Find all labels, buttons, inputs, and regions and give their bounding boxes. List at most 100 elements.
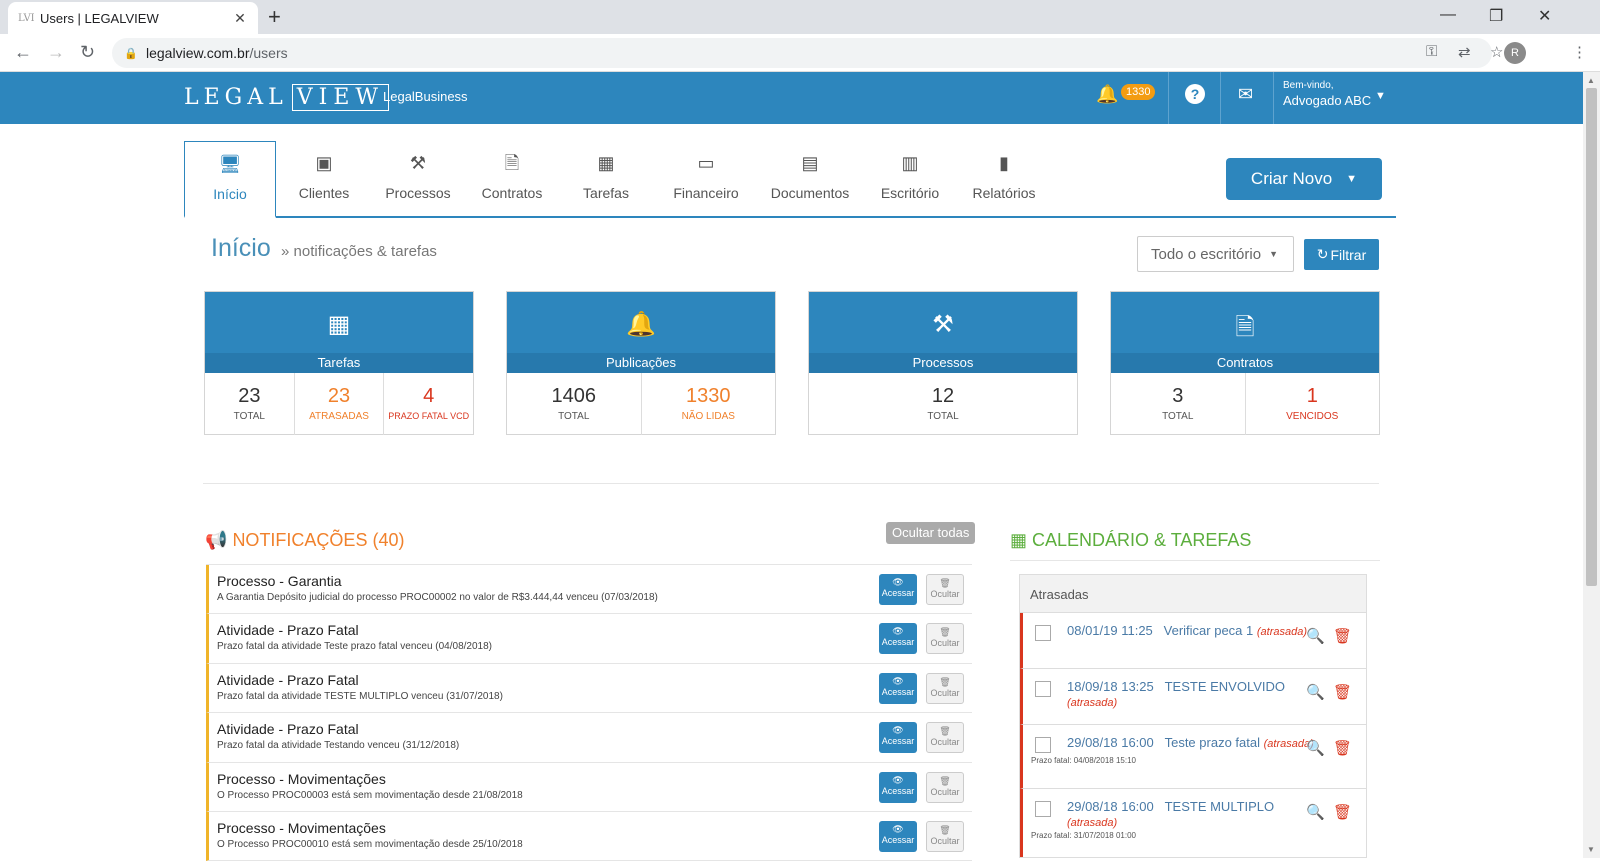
bell-icon[interactable]: 🔔: [1096, 84, 1118, 105]
notification-item: Processo - Movimentações O Processo PROC…: [206, 762, 972, 812]
menu-dots-icon[interactable]: ⋮: [1572, 43, 1587, 61]
key-icon[interactable]: ⚿: [1426, 43, 1437, 60]
stat-total[interactable]: 1406 TOTAL: [507, 373, 642, 435]
star-icon[interactable]: ☆: [1490, 43, 1503, 61]
task-checkbox[interactable]: [1035, 625, 1051, 641]
browser-tab[interactable]: LVI Users | LEGALVIEW ✕: [8, 2, 258, 34]
card-contratos[interactable]: 🗎 Contratos 3 TOTAL 1 VENCIDOS: [1110, 291, 1380, 435]
tab-contratos[interactable]: 🗎 Contratos: [466, 141, 558, 216]
hide-button[interactable]: 🗑 Ocultar: [926, 771, 964, 803]
forward-icon[interactable]: →: [47, 42, 65, 63]
stat-vencidos[interactable]: 1 VENCIDOS: [1246, 373, 1380, 435]
divider: [203, 483, 1379, 484]
scroll-up-icon[interactable]: ▲: [1587, 76, 1595, 85]
url-field[interactable]: 🔒 legalview.com.br/users: [112, 38, 1492, 68]
card-tarefas[interactable]: ▦ Tarefas 23 TOTAL 23 ATRASADAS 4 PRAZO FAT…: [204, 291, 474, 435]
stat-label: TOTAL: [927, 411, 959, 422]
create-new-button[interactable]: Criar Novo ▼: [1226, 158, 1382, 200]
task-name[interactable]: Verificar peca 1: [1164, 623, 1254, 638]
search-icon[interactable]: 🔍: [1306, 628, 1325, 645]
task-checkbox[interactable]: [1035, 737, 1051, 753]
contact-card-icon: ▣: [315, 153, 333, 173]
task-item[interactable]: 29/08/18 16:00 TESTE MULTIPLO (atrasada) …: [1020, 789, 1366, 857]
trash-icon[interactable]: 🗑: [1333, 740, 1352, 757]
tab-clientes[interactable]: ▣ Clientes: [278, 141, 370, 216]
access-button[interactable]: 👁 Acessar: [879, 623, 917, 655]
tab-escritorio[interactable]: ▥ Escritório: [864, 141, 956, 216]
mail-icon[interactable]: ✉: [1238, 84, 1253, 105]
search-icon[interactable]: 🔍: [1306, 684, 1325, 701]
task-item[interactable]: 29/08/18 16:00 Teste prazo fatal (atrasa…: [1020, 725, 1366, 789]
access-button[interactable]: 👁 Acessar: [879, 820, 917, 852]
legalview-logo[interactable]: LEGAL VIEW: [184, 83, 389, 111]
access-button[interactable]: 👁 Acessar: [879, 771, 917, 803]
trash-icon[interactable]: 🗑: [1333, 804, 1352, 821]
stat-total[interactable]: 3 TOTAL: [1111, 373, 1246, 435]
access-label: Acessar: [881, 736, 915, 747]
profile-avatar[interactable]: R: [1504, 42, 1526, 64]
tab-inicio[interactable]: 🖥 Início: [184, 141, 276, 218]
search-icon[interactable]: 🔍: [1306, 804, 1325, 821]
notification-title: Processo - Movimentações: [217, 819, 386, 836]
task-item[interactable]: 08/01/19 11:25 Verificar peca 1 (atrasad…: [1020, 613, 1366, 669]
hide-label: Ocultar: [930, 835, 960, 846]
new-tab-icon[interactable]: +: [268, 6, 281, 28]
hide-all-button[interactable]: Ocultar todas: [886, 522, 976, 544]
back-icon[interactable]: ←: [14, 42, 32, 63]
hide-button[interactable]: 🗑 Ocultar: [926, 574, 964, 605]
close-tab-icon[interactable]: ✕: [232, 10, 248, 27]
reload-icon[interactable]: ↻: [80, 42, 95, 63]
search-icon[interactable]: 🔍: [1306, 740, 1325, 757]
divider: [1273, 72, 1274, 124]
tab-processos[interactable]: ⚒ Processos: [372, 141, 464, 216]
translate-icon[interactable]: ⇄: [1458, 43, 1471, 61]
stat-total[interactable]: 12 TOTAL: [809, 373, 1077, 435]
access-button[interactable]: 👁 Acessar: [879, 722, 917, 754]
divider: [1168, 72, 1169, 124]
stat-atrasadas[interactable]: 23 ATRASADAS: [295, 373, 385, 435]
access-button[interactable]: 👁 Acessar: [879, 672, 917, 704]
trash-icon[interactable]: 🗑: [1333, 628, 1352, 645]
task-name[interactable]: TESTE MULTIPLO: [1165, 799, 1275, 814]
chevron-down-icon[interactable]: ▼: [1375, 90, 1386, 102]
hide-button[interactable]: 🗑 Ocultar: [926, 820, 964, 852]
stat-total[interactable]: 23 TOTAL: [205, 373, 295, 435]
hide-button[interactable]: 🗑 Ocultar: [926, 623, 964, 655]
hide-label: Ocultar: [930, 638, 960, 649]
page-scrollbar[interactable]: ▲ ▼: [1583, 72, 1600, 858]
user-name: Advogado ABC: [1283, 93, 1372, 108]
task-status: (atrasada): [1256, 626, 1308, 638]
tab-relatorios[interactable]: ▮ Relatórios: [958, 141, 1050, 216]
lock-icon: 🔒: [124, 47, 138, 60]
user-menu[interactable]: Bem-vindo, Advogado ABC: [1283, 80, 1371, 108]
hide-button[interactable]: 🗑 Ocultar: [926, 672, 964, 704]
help-icon[interactable]: ?: [1185, 84, 1205, 104]
task-checkbox[interactable]: [1035, 801, 1051, 817]
minimize-icon[interactable]: —: [1440, 6, 1456, 24]
task-name[interactable]: TESTE ENVOLVIDO: [1165, 679, 1285, 694]
task-checkbox[interactable]: [1035, 681, 1051, 697]
restore-icon[interactable]: ❐: [1489, 6, 1503, 26]
scroll-down-icon[interactable]: ▼: [1587, 845, 1595, 854]
logo-text-right: VIEW: [291, 83, 389, 111]
hide-label: Ocultar: [930, 589, 960, 599]
access-label: Acessar: [881, 637, 915, 648]
card-processos[interactable]: ⚒ Processos 12 TOTAL: [808, 291, 1078, 435]
card-publicacoes[interactable]: 🔔 Publicações 1406 TOTAL 1330 NÃO LIDAS: [506, 291, 776, 435]
stat-nao-lidas[interactable]: 1330 NÃO LIDAS: [642, 373, 776, 435]
tab-documentos[interactable]: ▤ Documentos: [758, 141, 862, 216]
trash-icon[interactable]: 🗑: [1333, 684, 1352, 701]
close-window-icon[interactable]: ✕: [1538, 6, 1551, 26]
task-item[interactable]: 18/09/18 13:25 TESTE ENVOLVIDO (atrasada)…: [1020, 669, 1366, 725]
task-name[interactable]: Teste prazo fatal: [1165, 735, 1260, 750]
stat-prazo-fatal[interactable]: 4 PRAZO FATAL VCD: [384, 373, 473, 435]
filter-button[interactable]: ↻ Filtrar: [1304, 239, 1379, 270]
tab-tarefas[interactable]: ▦ Tarefas: [560, 141, 652, 216]
hide-button[interactable]: 🗑 Ocultar: [926, 722, 964, 754]
notifications-badge[interactable]: 1330: [1121, 84, 1156, 100]
tab-financeiro[interactable]: ▭ Financeiro: [656, 141, 756, 216]
access-button[interactable]: 👁 Acessar: [879, 574, 917, 605]
scrollbar-thumb[interactable]: [1586, 88, 1597, 586]
office-select[interactable]: Todo o escritório ▼: [1137, 236, 1294, 272]
calendar-heading: ▦ CALENDÁRIO & TAREFAS: [1010, 530, 1251, 551]
